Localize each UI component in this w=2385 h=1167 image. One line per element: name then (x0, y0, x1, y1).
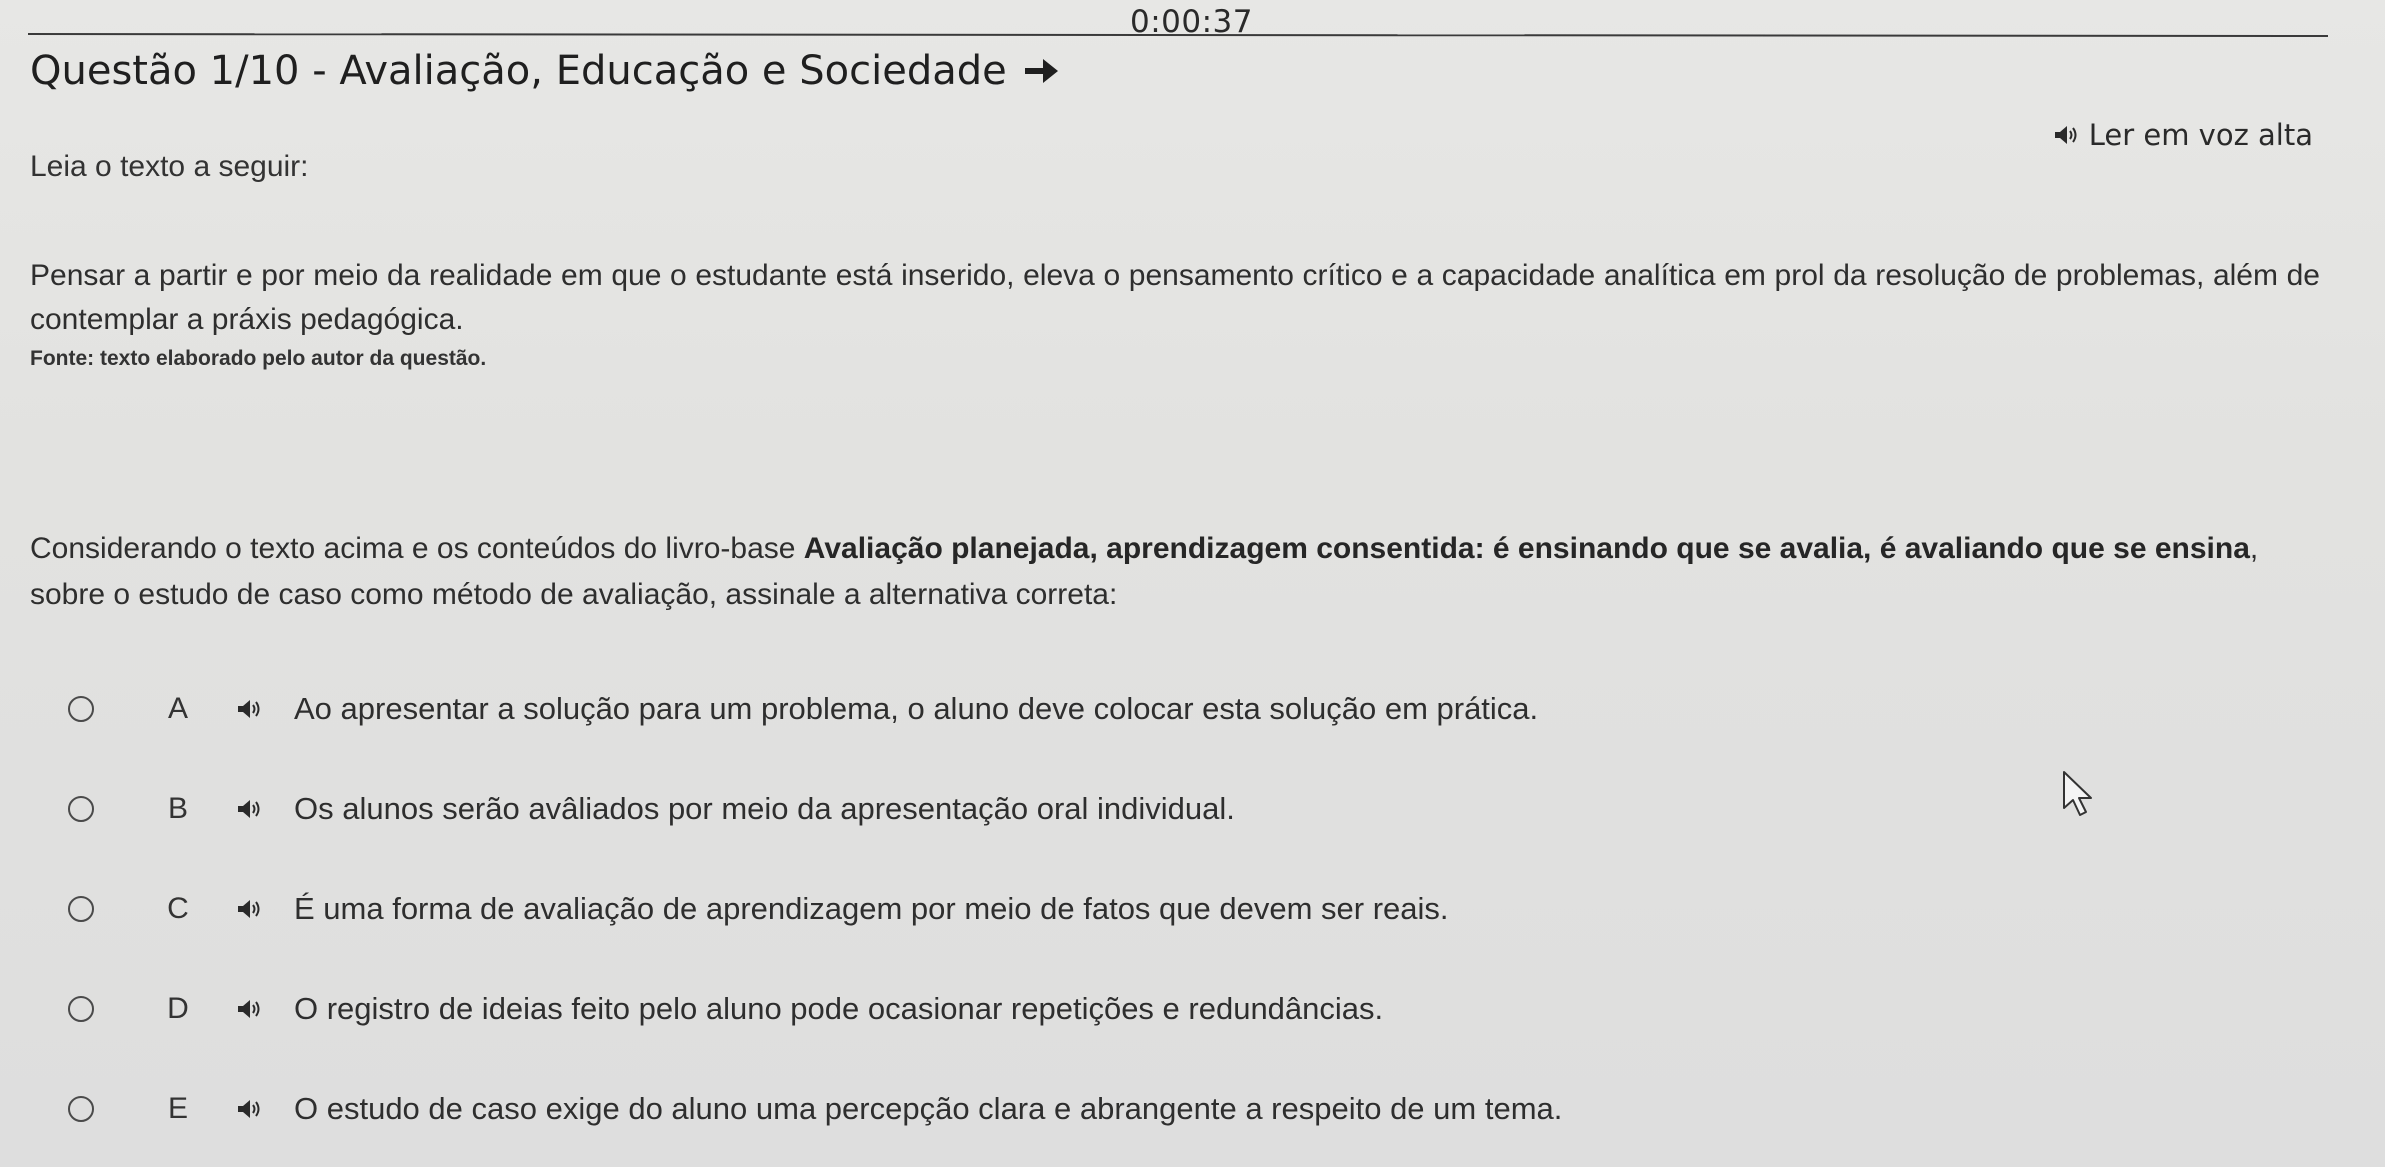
radio-button[interactable] (68, 796, 94, 822)
read-aloud-label: Ler em voz alta (2088, 118, 2313, 152)
speaker-icon[interactable] (236, 697, 264, 721)
passage-text: Pensar a partir e por meio da realidade … (30, 259, 2320, 336)
option-letter: B (167, 792, 188, 825)
option-letter: A (167, 692, 188, 725)
speaker-icon (2054, 126, 2077, 144)
option-text: Os alunos serão avâliados por meio da ap… (294, 791, 1235, 826)
mouse-pointer-icon (2063, 771, 2092, 816)
option-text: Ao apresentar a solução para um problema… (294, 691, 1539, 726)
radio-button[interactable] (68, 696, 94, 722)
speaker-icon[interactable] (236, 797, 264, 821)
source-text: Fonte: texto elaborado pelo autor da que… (30, 347, 487, 370)
option-d[interactable]: D O registro de ideias feito pelo aluno … (68, 984, 1383, 1034)
prompt-book-title: Avaliação planejada, aprendizagem consen… (803, 532, 2250, 565)
option-e[interactable]: E O estudo de caso exige do aluno uma pe… (68, 1084, 1562, 1134)
option-a[interactable]: A Ao apresentar a solução para um proble… (68, 684, 1538, 734)
option-letter: E (167, 1092, 188, 1125)
radio-button[interactable] (68, 1096, 94, 1122)
speaker-icon[interactable] (236, 1097, 264, 1121)
speaker-icon[interactable] (236, 897, 264, 921)
intro-text: Leia o texto a seguir: (30, 150, 309, 183)
radio-button[interactable] (68, 896, 94, 922)
question-prompt: Considerando o texto acima e os conteúdo… (30, 526, 2320, 618)
option-text: O registro de ideias feito pelo aluno po… (294, 991, 1384, 1026)
question-title: Questão 1/10 - Avaliação, Educação e Soc… (30, 48, 1007, 94)
speaker-icon[interactable] (236, 997, 264, 1021)
option-c[interactable]: C É uma forma de avaliação de aprendizag… (68, 884, 1449, 934)
option-text: É uma forma de avaliação de aprendizagem… (294, 891, 1449, 926)
radio-button[interactable] (68, 996, 94, 1022)
option-letter: C (167, 892, 189, 925)
option-b[interactable]: B Os alunos serão avâliados por meio da … (68, 784, 1235, 834)
prompt-start: Considerando o texto acima e os conteúdo… (30, 532, 804, 565)
option-text: O estudo de caso exige do aluno uma perc… (294, 1091, 1563, 1126)
question-header: Questão 1/10 - Avaliação, Educação e Soc… (30, 48, 1061, 94)
read-aloud-button[interactable]: Ler em voz alta (2053, 118, 2313, 152)
option-letter: D (167, 992, 189, 1025)
arrow-right-icon[interactable] (1021, 51, 1061, 91)
